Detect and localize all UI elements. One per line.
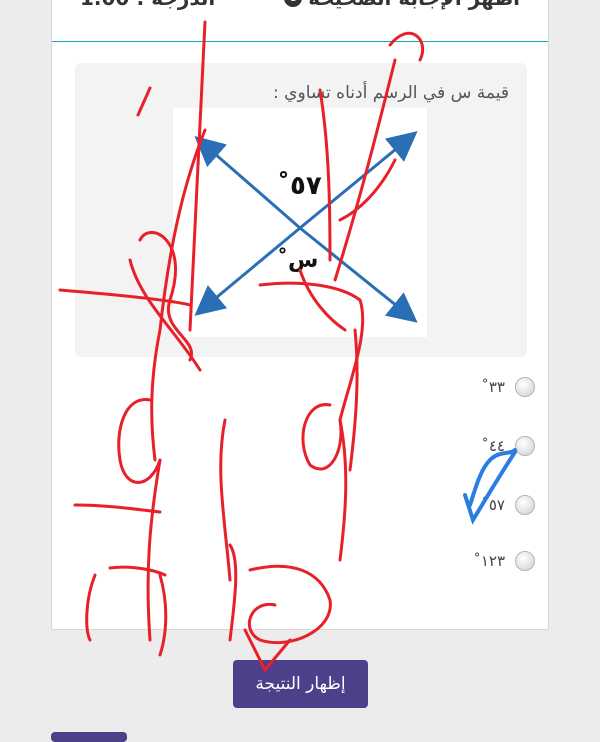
grade-label: الدرجة : 1.00 <box>80 0 215 10</box>
radio-button[interactable] <box>515 495 535 515</box>
option-label: ٥٧˚ <box>481 496 505 514</box>
option-2[interactable]: ٤٤˚ <box>481 436 535 456</box>
card-header: أظهر الإجابة الصحيحة i الدرجة : 1.00 <box>52 0 548 42</box>
info-icon[interactable]: i <box>284 0 303 7</box>
option-label: ١٢٣˚ <box>473 552 505 570</box>
angle-figure: ٥٧˚ س˚ <box>173 108 427 337</box>
option-4[interactable]: ١٢٣˚ <box>473 551 535 571</box>
next-button-partial[interactable] <box>51 732 127 742</box>
arrow-lower-right <box>299 226 418 323</box>
question-box: قيمة س في الرسم أدناه تساوي : ٥٧˚ س˚ <box>75 63 527 357</box>
option-3[interactable]: ٥٧˚ <box>481 495 535 515</box>
radio-button[interactable] <box>515 377 535 397</box>
option-label: ٣٣˚ <box>481 378 505 396</box>
header-title: أظهر الإجابة الصحيحة i <box>284 0 520 10</box>
question-card: أظهر الإجابة الصحيحة i الدرجة : 1.00 قيم… <box>51 0 549 630</box>
angle-label-top: ٥٧˚ <box>277 171 322 201</box>
angle-label-bottom: س˚ <box>277 248 319 273</box>
radio-button[interactable] <box>515 436 535 456</box>
option-label: ٤٤˚ <box>481 437 505 455</box>
intersecting-arrows-diagram <box>194 131 418 323</box>
show-result-button[interactable]: إظهار النتيجة <box>233 660 368 708</box>
option-1[interactable]: ٣٣˚ <box>481 377 535 397</box>
header-title-text: أظهر الإجابة الصحيحة <box>308 0 520 10</box>
radio-button[interactable] <box>515 551 535 571</box>
question-text: قيمة س في الرسم أدناه تساوي : <box>273 83 509 103</box>
